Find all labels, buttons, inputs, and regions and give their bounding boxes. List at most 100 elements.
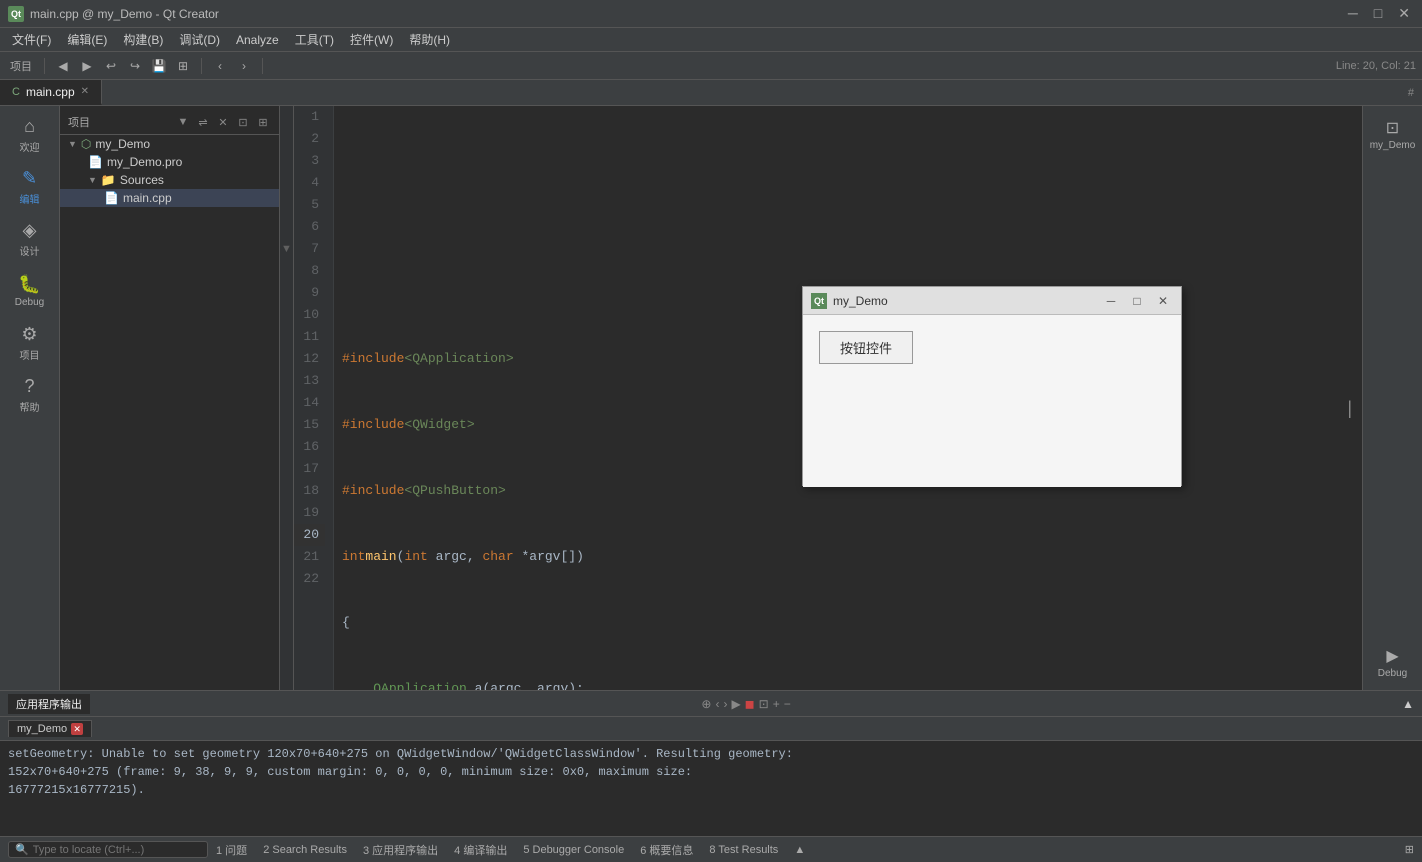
output-content: setGeometry: Unable to set geometry 120x… bbox=[0, 741, 1422, 837]
toolbar-back-btn[interactable]: ◀ bbox=[53, 56, 73, 76]
panel-expand-btn[interactable]: ⊞ bbox=[255, 114, 271, 130]
tree-sources-folder[interactable]: ▼ 📁 Sources bbox=[60, 171, 279, 189]
window-controls[interactable]: ─ □ ✕ bbox=[1344, 5, 1414, 22]
toolbar-save-btn[interactable]: 💾 bbox=[149, 56, 169, 76]
ln-19: 19 bbox=[294, 502, 325, 524]
ln-7: 7 bbox=[294, 238, 325, 260]
right-panel-debug-btn[interactable]: ▶ Debug bbox=[1368, 642, 1418, 682]
status-problems[interactable]: 1 问题 bbox=[216, 842, 247, 858]
output-remove-btn[interactable]: − bbox=[784, 697, 791, 711]
output-tab-close[interactable]: ✕ bbox=[71, 723, 83, 735]
status-test-results[interactable]: 8 Test Results bbox=[709, 844, 778, 856]
output-open-btn[interactable]: ⊡ bbox=[759, 697, 769, 711]
panel-filter-btn[interactable]: ▼ bbox=[175, 114, 191, 130]
fold-20 bbox=[280, 524, 293, 546]
minimize-button[interactable]: ─ bbox=[1344, 5, 1362, 22]
output-prev-btn[interactable]: ‹ bbox=[715, 697, 719, 711]
status-compile-output[interactable]: 4 编译输出 bbox=[454, 842, 507, 858]
menu-controls[interactable]: 控件(W) bbox=[342, 29, 401, 50]
tree-pro-file[interactable]: 📄 my_Demo.pro bbox=[60, 153, 279, 171]
bottom-collapse-btn[interactable]: ▲ bbox=[1402, 697, 1414, 711]
toolbar-save-all-btn[interactable]: ⊞ bbox=[173, 56, 193, 76]
toolbar-prev-btn[interactable]: ‹ bbox=[210, 56, 230, 76]
demo-push-button[interactable]: 按钮控件 bbox=[819, 331, 913, 364]
right-project-label: my_Demo bbox=[1370, 140, 1416, 151]
menu-build[interactable]: 构建(B) bbox=[115, 29, 171, 50]
toolbar-forward-btn[interactable]: ▶ bbox=[77, 56, 97, 76]
cpp-file-icon: C bbox=[12, 86, 20, 98]
tree-root-arrow: ▼ bbox=[68, 139, 77, 149]
sidebar-item-edit[interactable]: ✎ 编辑 bbox=[5, 162, 55, 212]
ln-17: 17 bbox=[294, 458, 325, 480]
fold-7[interactable]: ▼ bbox=[280, 238, 293, 260]
toolbar-redo-btn[interactable]: ↪ bbox=[125, 56, 145, 76]
status-debugger-console[interactable]: 5 Debugger Console bbox=[523, 844, 624, 856]
status-arrow-up[interactable]: ▲ bbox=[794, 844, 805, 856]
tab-close-btn[interactable]: ✕ bbox=[81, 86, 89, 97]
close-button[interactable]: ✕ bbox=[1394, 5, 1414, 22]
maximize-button[interactable]: □ bbox=[1370, 5, 1386, 22]
demo-minimize-btn[interactable]: ─ bbox=[1101, 291, 1121, 311]
menu-file[interactable]: 文件(F) bbox=[4, 29, 59, 50]
menu-analyze[interactable]: Analyze bbox=[228, 31, 287, 49]
pro-file-icon: 📄 bbox=[88, 155, 103, 169]
project-sidebar-label: 项目 bbox=[20, 347, 40, 362]
project-btn-icon: ⊡ bbox=[1386, 118, 1399, 138]
menu-edit[interactable]: 编辑(E) bbox=[59, 29, 115, 50]
tab-bar: C main.cpp ✕ # bbox=[0, 80, 1422, 106]
status-search-results[interactable]: 2 Search Results bbox=[263, 844, 347, 856]
output-line-2: 152x70+640+275 (frame: 9, 38, 9, 9, cust… bbox=[8, 763, 1414, 781]
demo-win-controls[interactable]: ─ □ ✕ bbox=[1101, 291, 1173, 311]
output-tab-myapp[interactable]: my_Demo ✕ bbox=[8, 720, 92, 737]
status-app-output[interactable]: 3 应用程序输出 bbox=[363, 842, 438, 858]
status-items: 1 问题 2 Search Results 3 应用程序输出 4 编译输出 5 … bbox=[216, 842, 805, 858]
output-tab-app[interactable]: 应用程序输出 bbox=[8, 694, 90, 714]
menu-tools[interactable]: 工具(T) bbox=[287, 29, 342, 50]
right-panel: ⊡ my_Demo ▶ Debug bbox=[1362, 106, 1422, 690]
output-run-btn[interactable]: ▶ bbox=[731, 697, 740, 711]
output-add-btn[interactable]: + bbox=[773, 697, 780, 711]
ln-18: 18 bbox=[294, 480, 325, 502]
tree-main-cpp[interactable]: 📄 main.cpp bbox=[60, 189, 279, 207]
search-input[interactable] bbox=[33, 844, 193, 856]
bottom-tabs: 应用程序输出 ⊕ ‹ › ▶ ◼ ⊡ + − ▲ bbox=[0, 691, 1422, 717]
fold-13 bbox=[280, 370, 293, 392]
ln-13: 13 bbox=[294, 370, 325, 392]
panel-close-btn[interactable]: ✕ bbox=[215, 114, 231, 130]
demo-close-btn[interactable]: ✕ bbox=[1153, 291, 1173, 311]
output-stop-btn[interactable]: ◼ bbox=[745, 697, 755, 711]
code-line-7: int main(int argc, char *argv[]) bbox=[342, 546, 1354, 568]
panel-float-btn[interactable]: ⊡ bbox=[235, 114, 251, 130]
status-overview[interactable]: 6 概要信息 bbox=[640, 842, 693, 858]
sidebar-item-welcome[interactable]: ⌂ 欢迎 bbox=[5, 110, 55, 160]
output-next-btn[interactable]: › bbox=[723, 697, 727, 711]
code-editor[interactable]: ▼ 1 2 3 4 5 6 7 8 bbox=[280, 106, 1362, 690]
fold-18 bbox=[280, 480, 293, 502]
toolbar-next-btn[interactable]: › bbox=[234, 56, 254, 76]
menu-help[interactable]: 帮助(H) bbox=[401, 29, 458, 50]
toolbar-undo-btn[interactable]: ↩ bbox=[101, 56, 121, 76]
fold-6 bbox=[280, 216, 293, 238]
right-panel-project-btn[interactable]: ⊡ my_Demo bbox=[1368, 114, 1418, 154]
fold-9 bbox=[280, 282, 293, 304]
ln-11: 11 bbox=[294, 326, 325, 348]
tab-main-cpp[interactable]: C main.cpp ✕ bbox=[0, 80, 102, 105]
status-expand-btn[interactable]: ⊞ bbox=[1405, 843, 1414, 856]
output-attach-btn[interactable]: ⊕ bbox=[701, 697, 711, 711]
pro-file-label: my_Demo.pro bbox=[107, 155, 182, 169]
tree-root[interactable]: ▼ ⬡ my_Demo bbox=[60, 135, 279, 153]
sidebar-item-help[interactable]: ? 帮助 bbox=[5, 370, 55, 420]
line-numbers: 1 2 3 4 5 6 7 8 9 10 11 12 13 14 15 16 1… bbox=[294, 106, 334, 690]
panel-sync-btn[interactable]: ⇌ bbox=[195, 114, 211, 130]
sidebar-item-design[interactable]: ◈ 设计 bbox=[5, 214, 55, 264]
search-box[interactable]: 🔍 bbox=[8, 841, 208, 858]
sidebar-item-project[interactable]: ⚙ 项目 bbox=[5, 318, 55, 368]
demo-maximize-btn[interactable]: □ bbox=[1127, 291, 1147, 311]
toolbar-separator-2 bbox=[201, 58, 202, 74]
ln-14: 14 bbox=[294, 392, 325, 414]
ln-22: 22 bbox=[294, 568, 325, 590]
ln-9: 9 bbox=[294, 282, 325, 304]
sidebar-item-debug[interactable]: 🐛 Debug bbox=[5, 266, 55, 316]
tab-label: main.cpp bbox=[26, 85, 75, 99]
menu-debug[interactable]: 调试(D) bbox=[171, 29, 228, 50]
